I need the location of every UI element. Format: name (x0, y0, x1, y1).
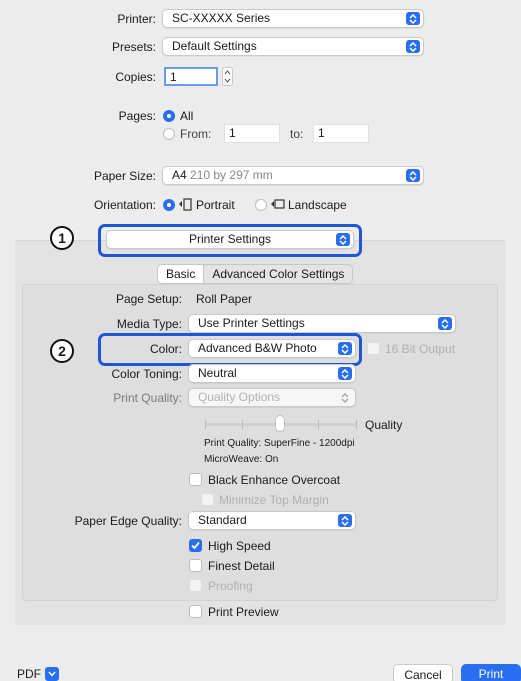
16-bit-checkbox[interactable] (367, 342, 380, 355)
print-preview-label: Print Preview (208, 605, 279, 619)
chevron-updown-icon (406, 169, 420, 182)
edge-quality-label: Paper Edge Quality: (74, 514, 182, 528)
media-type-value: Use Printer Settings (198, 316, 305, 330)
media-type-label: Media Type: (116, 317, 182, 331)
callout-1: 1 (50, 226, 74, 250)
portrait-icon (178, 198, 192, 214)
chevron-updown-icon (338, 367, 352, 380)
pages-to-field[interactable]: 1 (313, 124, 369, 143)
landscape-label: Landscape (288, 198, 347, 212)
tab-bar: Basic Advanced Color Settings (157, 264, 354, 284)
pages-all-label: All (180, 109, 194, 123)
cancel-button[interactable]: Cancel (393, 664, 453, 681)
chevron-updown-icon (406, 40, 420, 53)
quality-slider-knob[interactable] (275, 415, 285, 432)
slider-tick (205, 420, 206, 429)
proofing-label: Proofing (208, 579, 253, 593)
printer-label: Printer: (117, 12, 156, 26)
slider-tick (242, 420, 243, 429)
print-button[interactable]: Print (461, 664, 521, 681)
high-speed-checkbox[interactable] (189, 539, 202, 552)
color-toning-label: Color Toning: (111, 367, 183, 381)
edge-quality-select[interactable]: Standard (188, 511, 356, 530)
pages-from-radio[interactable] (163, 128, 175, 140)
copies-stepper[interactable] (222, 67, 233, 86)
page-setup-value: Roll Paper (196, 292, 253, 306)
chevron-updown-icon (338, 514, 352, 527)
paper-size-value: A4 (172, 168, 187, 182)
copies-label: Copies: (115, 70, 156, 84)
print-preview-checkbox[interactable] (189, 605, 202, 618)
paper-size-dimensions: 210 by 297 mm (190, 168, 273, 182)
pages-label: Pages: (118, 109, 156, 123)
slider-tick (318, 420, 319, 429)
presets-value: Default Settings (172, 39, 257, 53)
paper-size-label: Paper Size: (93, 169, 156, 183)
color-value: Advanced B&W Photo (198, 341, 317, 355)
pages-all-radio[interactable] (163, 110, 175, 122)
section-menu-select[interactable]: Printer Settings (106, 230, 354, 249)
minimize-top-label: Minimize Top Margin (219, 493, 329, 507)
portrait-label: Portrait (196, 198, 235, 212)
paper-size-select[interactable]: A4 210 by 297 mm (162, 166, 424, 185)
color-select[interactable]: Advanced B&W Photo (188, 339, 356, 358)
black-enhance-label: Black Enhance Overcoat (208, 473, 341, 487)
printer-value: SC-XXXXX Series (172, 11, 271, 25)
portrait-radio[interactable] (163, 199, 175, 211)
quality-slider-label: Quality (365, 418, 403, 432)
color-toning-value: Neutral (198, 366, 237, 380)
print-quality-info: Print Quality: SuperFine - 1200dpi (204, 438, 355, 449)
landscape-radio[interactable] (255, 199, 267, 211)
color-toning-select[interactable]: Neutral (188, 364, 356, 383)
orientation-label: Orientation: (93, 198, 156, 212)
pages-from-field[interactable]: 1 (224, 124, 280, 143)
checkmark-icon (191, 541, 200, 550)
minimize-top-checkbox[interactable] (201, 493, 214, 506)
pdf-label: PDF (17, 667, 41, 681)
chevron-down-icon (45, 667, 59, 681)
chevron-updown-icon (338, 391, 352, 404)
pages-to-label: to: (290, 127, 304, 141)
pdf-menu-button[interactable]: PDF (17, 665, 59, 681)
high-speed-label: High Speed (208, 539, 271, 553)
chevron-updown-icon (336, 233, 350, 246)
print-quality-label: Print Quality: (113, 391, 182, 405)
media-type-select[interactable]: Use Printer Settings (188, 314, 456, 333)
microweave-info: MicroWeave: On (204, 454, 279, 465)
pages-from-label: From: (180, 127, 212, 141)
callout-2: 2 (50, 339, 74, 363)
landscape-icon (270, 198, 285, 214)
tab-advanced-color[interactable]: Advanced Color Settings (204, 265, 352, 283)
finest-detail-checkbox[interactable] (189, 559, 202, 572)
print-quality-select[interactable]: Quality Options (188, 388, 356, 407)
page-setup-label: Page Setup: (115, 292, 182, 306)
printer-select[interactable]: SC-XXXXX Series (162, 9, 424, 28)
copies-field[interactable]: 1 (164, 67, 218, 86)
chevron-updown-icon (338, 342, 352, 355)
tab-basic[interactable]: Basic (158, 265, 205, 283)
black-enhance-checkbox[interactable] (189, 473, 202, 486)
16-bit-label: 16 Bit Output (385, 342, 456, 356)
finest-detail-label: Finest Detail (208, 559, 275, 573)
chevron-updown-icon (406, 12, 420, 25)
presets-label: Presets: (111, 40, 156, 54)
proofing-checkbox[interactable] (189, 579, 202, 592)
stepper-icon (224, 70, 231, 83)
edge-quality-value: Standard (198, 513, 247, 527)
presets-select[interactable]: Default Settings (162, 37, 424, 56)
print-quality-value: Quality Options (198, 390, 281, 404)
color-label: Color: (149, 342, 182, 356)
section-menu-value: Printer Settings (188, 232, 272, 246)
chevron-updown-icon (438, 317, 452, 330)
slider-tick (356, 420, 357, 429)
